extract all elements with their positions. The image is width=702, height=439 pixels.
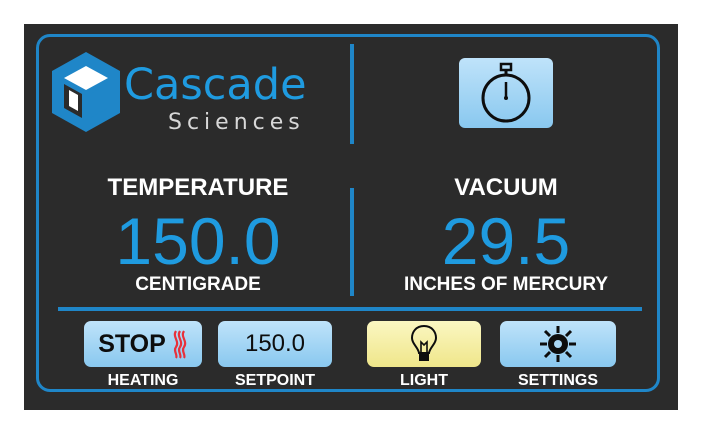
- setpoint-button[interactable]: 150.0: [218, 321, 332, 367]
- top-divider: [350, 44, 354, 144]
- setpoint-caption: SETPOINT: [234, 372, 315, 389]
- middle-divider: [350, 188, 354, 296]
- heating-stop-button[interactable]: STOP: [84, 321, 202, 367]
- temperature-title: TEMPERATURE: [107, 174, 289, 201]
- setpoint-value: 150.0: [244, 330, 306, 357]
- vacuum-title: VACUUM: [454, 174, 558, 201]
- brand-name: Cascade: [124, 60, 307, 110]
- vacuum-unit: INCHES OF MERCURY: [403, 274, 609, 295]
- settings-caption: SETTINGS: [517, 372, 598, 389]
- timer-button[interactable]: [459, 58, 553, 128]
- cube-hexagon-icon: [52, 52, 120, 132]
- lightbulb-icon: [410, 324, 438, 361]
- brand-subtitle: Sciences: [168, 110, 305, 135]
- light-caption: LIGHT: [400, 372, 448, 389]
- temperature-unit: CENTIGRADE: [135, 274, 261, 295]
- settings-button[interactable]: [500, 321, 616, 367]
- heat-waves-icon: [173, 330, 187, 359]
- light-button[interactable]: [367, 321, 481, 367]
- heating-button-label: STOP: [98, 329, 166, 358]
- control-screen: Cascade Sciences TEMPERATURE 150.0 CENTI…: [24, 24, 678, 410]
- sun-gear-icon: [540, 326, 576, 362]
- company-logo: Cascade Sciences: [48, 50, 328, 142]
- temperature-value: 150.0: [115, 204, 281, 278]
- stopwatch-icon: [481, 62, 531, 123]
- bottom-divider: [58, 307, 642, 311]
- vacuum-value: 29.5: [441, 204, 571, 278]
- heating-caption: HEATING: [107, 372, 179, 389]
